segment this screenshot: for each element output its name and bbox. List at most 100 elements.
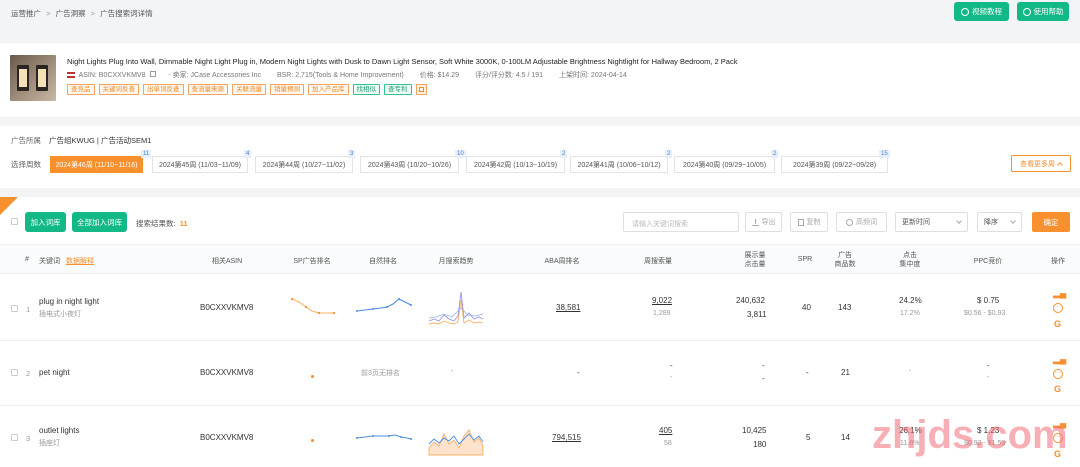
row-checkbox[interactable] <box>11 434 18 441</box>
sp-rank-point <box>311 375 314 378</box>
breadcrumb-item[interactable]: 广告洞察 <box>56 9 86 18</box>
tag-keyword-reverse[interactable]: 关键词反查 <box>98 84 139 95</box>
col-ppc-bid: PPC竞价 <box>973 258 1003 265</box>
calculator-icon[interactable] <box>415 84 427 95</box>
row-checkbox[interactable] <box>11 369 18 376</box>
week-badge: 3 <box>348 150 356 158</box>
week-option-45[interactable]: 2024第45周 (11/03~11/09) <box>152 156 248 173</box>
video-tutorial-button[interactable]: 视频教程 <box>954 2 1009 21</box>
help-button[interactable]: 使用帮助 <box>1017 2 1069 21</box>
us-flag-icon <box>67 72 75 79</box>
ppc-bid-value: $ 0.75 <box>977 296 1000 305</box>
export-button[interactable]: 导出 <box>745 212 782 232</box>
high-frequency-words-button[interactable]: 高频词 <box>836 212 887 232</box>
product-title[interactable]: Night Lights Plug Into Wall, Dimmable Ni… <box>67 57 1067 66</box>
week-badge: 11 <box>141 150 152 158</box>
row-index: 1 <box>26 305 31 314</box>
google-search-icon[interactable]: G <box>1054 319 1061 329</box>
tag-order-keyword[interactable]: 出单词反查 <box>143 84 184 95</box>
product-meta: ASIN: B0CXXVKMV8 - 卖家: JCase Accessories… <box>67 70 627 80</box>
trend-bars-icon[interactable]: ▂▄ <box>1053 288 1066 299</box>
row-checkbox[interactable] <box>11 305 18 312</box>
seller-text: - 卖家: JCase Accessories Inc <box>168 72 261 79</box>
chevron-down-icon <box>1010 218 1016 224</box>
col-click-concentration: 点击 集中度 <box>899 252 921 268</box>
asin-cell[interactable]: B0CXXVKMV8 <box>200 368 253 377</box>
asin-text: ASIN: B0CXXVKMV8 <box>78 72 146 79</box>
keyword-text[interactable]: pet night <box>39 368 70 377</box>
ppc-bid-range: - <box>987 374 990 381</box>
rating-text: 评分/评分数: 4.5 / 191 <box>474 72 544 79</box>
copy-icon[interactable] <box>150 71 157 77</box>
tag-add-product-lib[interactable]: 加入产品库 <box>308 84 349 95</box>
help-icon <box>1022 7 1031 16</box>
weekly-search-value[interactable]: 405 <box>659 426 672 435</box>
impressions-value: 240,632 <box>736 296 765 305</box>
play-icon <box>961 7 969 16</box>
confirm-button[interactable]: 确定 <box>1032 212 1070 232</box>
keyword-text[interactable]: plug in night light <box>39 297 99 306</box>
aba-rank-value: - <box>577 368 580 377</box>
col-ad-products: 广告 商品数 <box>834 252 856 268</box>
tag-sales-forecast[interactable]: 销量预测 <box>270 84 304 95</box>
week-option-46[interactable]: 2024第46周 (11/10~11/16) <box>50 156 143 173</box>
spr-value: - <box>806 368 809 377</box>
week-option-39[interactable]: 2024第39周 (09/22~09/28) <box>781 156 888 173</box>
copy-button[interactable]: 复制 <box>790 212 828 232</box>
click-concentration-value: - <box>909 368 912 375</box>
clicks-value: - <box>762 374 765 383</box>
aba-rank-value[interactable]: 794,515 <box>552 433 581 442</box>
week-option-43[interactable]: 2024第43周 (10/20~10/26) <box>360 156 459 173</box>
week-option-42[interactable]: 2024第42周 (10/13~10/19) <box>466 156 565 173</box>
ad-products-value: 143 <box>838 303 852 312</box>
col-spr: SPR <box>797 256 813 263</box>
weekly-search-value[interactable]: 9,022 <box>652 296 672 305</box>
add-to-library-button[interactable]: 加入词库 <box>25 212 66 232</box>
tag-find-similar[interactable]: 找相似 <box>352 84 380 95</box>
row-index: 2 <box>26 369 31 378</box>
more-options-icon[interactable]: ··· <box>1053 303 1063 313</box>
monthly-search-trend-chart <box>428 429 484 456</box>
chevron-up-icon <box>1057 161 1063 168</box>
natural-rank-sparkline <box>356 434 412 440</box>
sort-field-select[interactable]: 更新时间 <box>895 212 968 232</box>
search-trend-empty: - <box>451 368 454 375</box>
click-concentration-value: 24.2% <box>899 296 922 305</box>
aba-rank-value[interactable]: 38,581 <box>556 303 580 312</box>
week-badge: 15 <box>879 150 890 158</box>
week-option-40[interactable]: 2024第40周 (09/29~10/05) <box>674 156 775 173</box>
google-search-icon[interactable]: G <box>1054 384 1061 394</box>
keyword-text[interactable]: outlet lights <box>39 426 79 435</box>
ad-info-value: 广告组KWUG | 广告活动SEM1 <box>49 136 152 145</box>
add-all-to-library-button[interactable]: 全部加入词库 <box>72 212 127 232</box>
weekly-search-sub: 1,289 <box>653 310 671 317</box>
trend-bars-icon[interactable]: ▂▄ <box>1053 354 1066 365</box>
ppc-bid-value: - <box>987 361 990 370</box>
tag-traffic-source[interactable]: 查流量来源 <box>187 84 228 95</box>
product-panel: Night Lights Plug Into Wall, Dimmable Ni… <box>0 43 1080 117</box>
col-keyword: 关键词 数据解释 <box>39 258 94 265</box>
asin-cell[interactable]: B0CXXVKMV8 <box>200 303 253 312</box>
data-explain-link[interactable]: 数据解释 <box>66 258 94 265</box>
clicks-value: 180 <box>753 440 767 449</box>
col-weekly-search: 周搜索量 <box>644 258 672 265</box>
more-options-icon[interactable]: ··· <box>1053 369 1063 379</box>
tag-related-traffic[interactable]: 关联流量 <box>232 84 266 95</box>
asin-cell[interactable]: B0CXXVKMV8 <box>200 433 253 442</box>
view-more-weeks-button[interactable]: 查看更多周 <box>1011 155 1071 172</box>
week-option-44[interactable]: 2024第44周 (10/27~11/02) <box>255 156 353 173</box>
download-icon <box>751 218 759 226</box>
select-all-checkbox[interactable] <box>11 218 18 225</box>
natural-rank-note: 前3页无排名 <box>361 370 400 377</box>
ad-products-value: 21 <box>841 368 850 377</box>
tag-competitor[interactable]: 查竞品 <box>67 84 95 95</box>
breadcrumb-item[interactable]: 运营推广 <box>11 9 41 18</box>
weekly-search-sub: 58 <box>664 440 672 447</box>
col-sp-rank: SP广告排名 <box>293 258 331 265</box>
tag-patent[interactable]: 查专利 <box>384 84 412 95</box>
sort-order-select[interactable]: 降序 <box>977 212 1022 232</box>
keyword-search-input[interactable]: 请输入关键词搜索 <box>623 212 739 232</box>
watermark: zhjds.com <box>872 413 1068 457</box>
week-option-41[interactable]: 2024第41周 (10/06~10/12) <box>570 156 668 173</box>
keyword-translation: 插座灯 <box>39 440 60 447</box>
